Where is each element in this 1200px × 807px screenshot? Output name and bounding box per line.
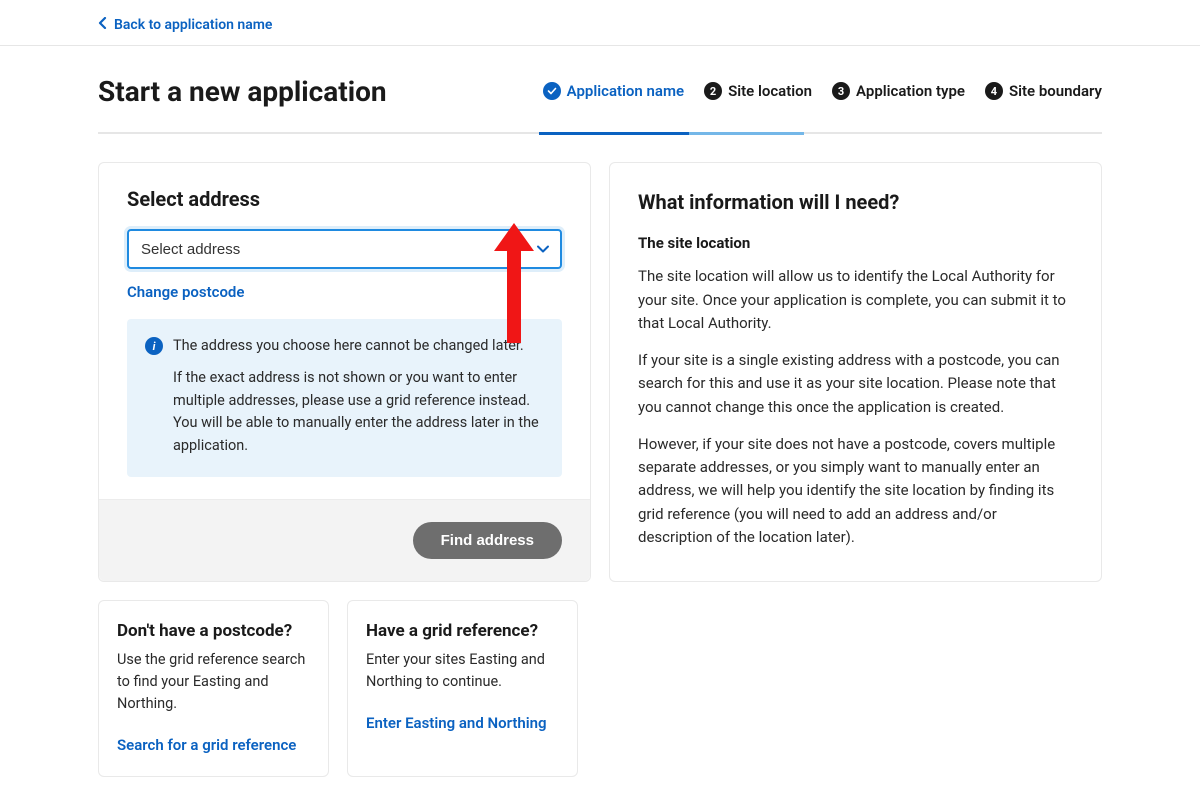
info-icon: i: [145, 337, 163, 355]
step-badge: 4: [985, 82, 1003, 100]
step-badge: 2: [704, 82, 722, 100]
info-card: What information will I need? The site l…: [609, 162, 1102, 582]
chevron-left-icon: [98, 17, 108, 33]
select-address-card: Select address Select address Change pos…: [98, 162, 591, 582]
back-link-label: Back to application name: [114, 17, 272, 33]
no-postcode-body: Use the grid reference search to find yo…: [117, 649, 310, 714]
info-paragraph-2: If your site is a single existing addres…: [638, 349, 1073, 419]
grid-reference-body: Enter your sites Easting and Northing to…: [366, 649, 559, 693]
info-subheading: The site location: [638, 232, 1073, 255]
stepper: Application name 2 Site location 3 Appli…: [543, 74, 1102, 108]
step-label: Site location: [728, 82, 812, 100]
enter-easting-northing-link[interactable]: Enter Easting and Northing: [366, 714, 547, 732]
address-select[interactable]: Select address: [127, 229, 562, 269]
stepper-underline: [98, 132, 1102, 134]
step-application-type[interactable]: 3 Application type: [832, 74, 965, 108]
info-paragraph-1: The site location will allow us to ident…: [638, 265, 1073, 335]
step-label: Application type: [856, 82, 965, 100]
info-line-2: If the exact address is not shown or you…: [145, 367, 544, 457]
no-postcode-card: Don't have a postcode? Use the grid refe…: [98, 600, 329, 776]
no-postcode-heading: Don't have a postcode?: [117, 621, 310, 641]
check-icon: [543, 82, 561, 100]
info-box: i The address you choose here cannot be …: [127, 319, 562, 477]
step-label: Site boundary: [1009, 82, 1102, 100]
info-line-1: The address you choose here cannot be ch…: [173, 335, 524, 357]
page-title: Start a new application: [98, 75, 387, 108]
search-grid-reference-link[interactable]: Search for a grid reference: [117, 736, 296, 754]
step-application-name[interactable]: Application name: [543, 74, 684, 108]
change-postcode-link[interactable]: Change postcode: [127, 283, 244, 301]
step-site-boundary[interactable]: 4 Site boundary: [985, 74, 1102, 108]
step-site-location[interactable]: 2 Site location: [704, 74, 812, 108]
back-link[interactable]: Back to application name: [98, 17, 272, 33]
select-address-heading: Select address: [127, 187, 562, 211]
find-address-button[interactable]: Find address: [413, 522, 562, 559]
info-heading: What information will I need?: [638, 187, 1073, 218]
step-badge: 3: [832, 82, 850, 100]
step-label: Application name: [567, 82, 684, 100]
info-paragraph-3: However, if your site does not have a po…: [638, 433, 1073, 549]
grid-reference-heading: Have a grid reference?: [366, 621, 559, 641]
grid-reference-card: Have a grid reference? Enter your sites …: [347, 600, 578, 776]
